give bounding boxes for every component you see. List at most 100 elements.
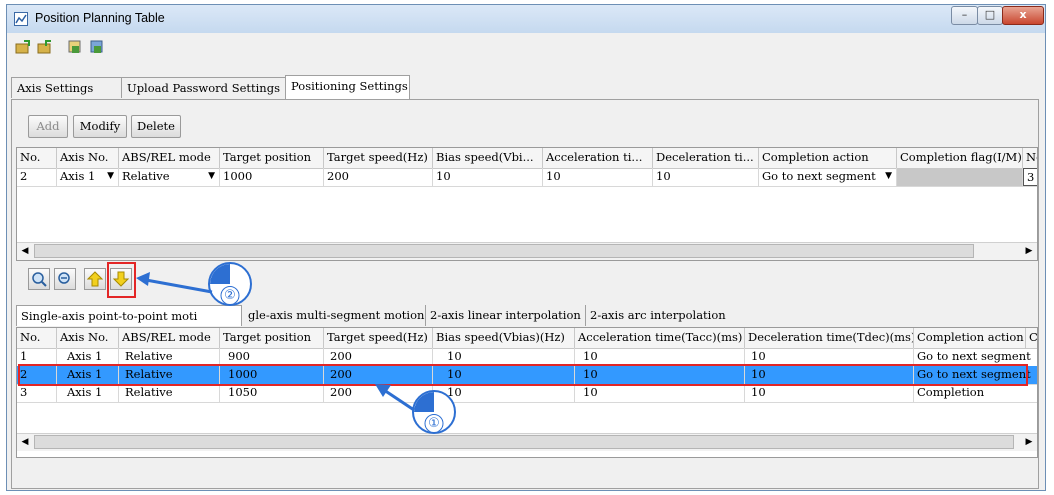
completion-action-select[interactable]: Go to next segment ▼ xyxy=(759,168,897,186)
zoom-in-button[interactable] xyxy=(28,268,50,290)
table-row-selected[interactable]: 2 Axis 1 Relative 1000 200 10 10 10 Go t… xyxy=(17,366,1037,385)
header-axis-no: Axis No. xyxy=(57,148,119,168)
cell-mode: Relative xyxy=(119,384,220,402)
minimize-button[interactable]: – xyxy=(951,6,978,25)
cell-completion-action: Go to next segment xyxy=(914,348,1037,366)
cell-axis: Axis 1 xyxy=(57,366,119,384)
zoom-out-button[interactable] xyxy=(54,268,76,290)
cell-no: 2 xyxy=(17,366,57,384)
positioning-settings-panel: Add Modify Delete No. Axis No. ABS/REL m… xyxy=(11,99,1039,489)
mouse-left-button-shape xyxy=(210,264,230,284)
motion-type-tabs: Single-axis point-to-point moti gle-axis… xyxy=(16,305,1038,327)
cell-bias-speed: 10 xyxy=(433,366,575,384)
zoom-in-icon xyxy=(32,272,47,287)
header-target-speed: Target speed(Hz) xyxy=(324,148,433,168)
header-no: No. xyxy=(17,328,57,348)
move-up-button[interactable] xyxy=(84,268,106,290)
header-completion-flag: Completion flag(I/M) xyxy=(897,148,1023,168)
axis-select-value: Axis 1 xyxy=(60,169,96,183)
chevron-down-icon: ▼ xyxy=(208,171,215,181)
cell-deceleration: 10 xyxy=(745,366,914,384)
scroll-left-icon[interactable]: ◀ xyxy=(17,243,33,259)
delete-button[interactable]: Delete xyxy=(131,115,181,138)
cell-target-speed: 200 xyxy=(324,348,433,366)
tab-positioning-settings[interactable]: Positioning Settings xyxy=(285,75,410,99)
tab-upload-password-settings[interactable]: Upload Password Settings xyxy=(121,77,286,98)
move-down-button[interactable] xyxy=(110,268,132,290)
arrow-down-icon xyxy=(112,271,130,287)
cell-acceleration: 10 xyxy=(575,366,745,384)
cell-axis: Axis 1 xyxy=(57,384,119,402)
target-speed-field[interactable]: 200 xyxy=(324,168,433,186)
scrollbar-thumb[interactable] xyxy=(34,244,974,258)
arrow-up-icon xyxy=(86,271,104,287)
position-planning-window: Position Planning Table – □ x Axis Setti… xyxy=(6,4,1046,491)
completion-flag-field xyxy=(897,168,1023,186)
header-target-position: Target position xyxy=(220,328,324,348)
header-deceleration: Deceleration ti... xyxy=(653,148,759,168)
header-bias-speed: Bias speed(Vbias)(Hz) xyxy=(433,328,575,348)
cell-target-speed: 200 xyxy=(324,366,433,384)
table-row[interactable]: 1 Axis 1 Relative 900 200 10 10 10 Go to… xyxy=(17,348,1037,367)
header-acceleration: Acceleration time(Tacc)(ms) xyxy=(575,328,745,348)
cell-target-position: 900 xyxy=(220,348,324,366)
scroll-left-icon[interactable]: ◀ xyxy=(17,434,33,450)
chart-app-icon xyxy=(14,12,28,26)
mode-select-value: Relative xyxy=(122,169,170,183)
header-axis-no: Axis No. xyxy=(57,328,119,348)
tab-single-axis-multi-segment[interactable]: gle-axis multi-segment motion xyxy=(244,305,426,326)
cell-acceleration: 10 xyxy=(575,384,745,402)
tab-axis-settings[interactable]: Axis Settings xyxy=(11,77,122,98)
scroll-right-icon[interactable]: ▶ xyxy=(1021,243,1037,259)
maximize-button[interactable]: □ xyxy=(977,6,1003,25)
add-button[interactable]: Add xyxy=(28,115,68,138)
horizontal-scrollbar[interactable]: ◀ ▶ xyxy=(17,242,1037,260)
title-bar: Position Planning Table – □ x xyxy=(7,5,1045,33)
acceleration-field[interactable]: 10 xyxy=(543,168,653,186)
target-position-field[interactable]: 1000 xyxy=(220,168,324,186)
header-acceleration: Acceleration ti... xyxy=(543,148,653,168)
toolbar xyxy=(11,35,1041,59)
deceleration-field[interactable]: 10 xyxy=(653,168,759,186)
scrollbar-thumb[interactable] xyxy=(34,435,1014,449)
export-icon[interactable] xyxy=(89,39,105,55)
tab-2-axis-linear-interpolation[interactable]: 2-axis linear interpolation xyxy=(426,305,586,326)
open-icon[interactable] xyxy=(15,39,31,55)
table-row[interactable]: 2 Axis 1 ▼ Relative ▼ 1000 200 10 10 10 Go… xyxy=(17,168,1037,187)
cell-target-position: 1050 xyxy=(220,384,324,402)
nc-field[interactable]: 3 xyxy=(1023,168,1037,186)
axis-select[interactable]: Axis 1 ▼ xyxy=(57,168,119,186)
cell-deceleration: 10 xyxy=(745,384,914,402)
zoom-out-icon xyxy=(58,272,70,284)
chevron-down-icon: ▼ xyxy=(107,171,114,181)
table-header: No. Axis No. ABS/REL mode Target positio… xyxy=(17,148,1037,169)
close-button[interactable]: x xyxy=(1002,6,1044,25)
cell-completion-action: Go to next segment xyxy=(914,366,1037,384)
bias-speed-field[interactable]: 10 xyxy=(433,168,543,186)
cell-bias-speed: 10 xyxy=(433,348,575,366)
horizontal-scrollbar[interactable]: ◀ ▶ xyxy=(17,433,1037,451)
cell-deceleration: 10 xyxy=(745,348,914,366)
scroll-right-icon[interactable]: ▶ xyxy=(1021,434,1037,450)
cell-no: 3 xyxy=(17,384,57,402)
header-target-position: Target position xyxy=(220,148,324,168)
callout-one-label: ① xyxy=(424,414,444,432)
modify-button[interactable]: Modify xyxy=(73,115,127,138)
header-completion-action: Completion action xyxy=(914,328,1026,348)
chevron-down-icon: ▼ xyxy=(885,171,892,181)
tab-2-axis-arc-interpolation[interactable]: 2-axis arc interpolation xyxy=(586,305,736,326)
header-nc: Nc xyxy=(1023,148,1037,168)
cell-axis: Axis 1 xyxy=(57,348,119,366)
cell-no: 1 xyxy=(17,348,57,366)
table-row[interactable]: 3 Axis 1 Relative 1050 200 10 10 10 Comp… xyxy=(17,384,1037,403)
callout-one-mouse-icon: ① xyxy=(412,390,456,434)
tab-single-axis-point-to-point[interactable]: Single-axis point-to-point moti xyxy=(16,305,242,326)
mode-select[interactable]: Relative ▼ xyxy=(119,168,220,186)
header-deceleration: Deceleration time(Tdec)(ms) xyxy=(745,328,914,348)
save-icon[interactable] xyxy=(37,39,53,55)
import-icon[interactable] xyxy=(67,39,83,55)
completion-action-value: Go to next segment xyxy=(762,169,876,183)
table-header: No. Axis No. ABS/REL mode Target positio… xyxy=(17,328,1037,349)
planned-segment-table: No. Axis No. ABS/REL mode Target positio… xyxy=(16,147,1038,261)
callout-two-mouse-icon: ② xyxy=(208,262,252,306)
